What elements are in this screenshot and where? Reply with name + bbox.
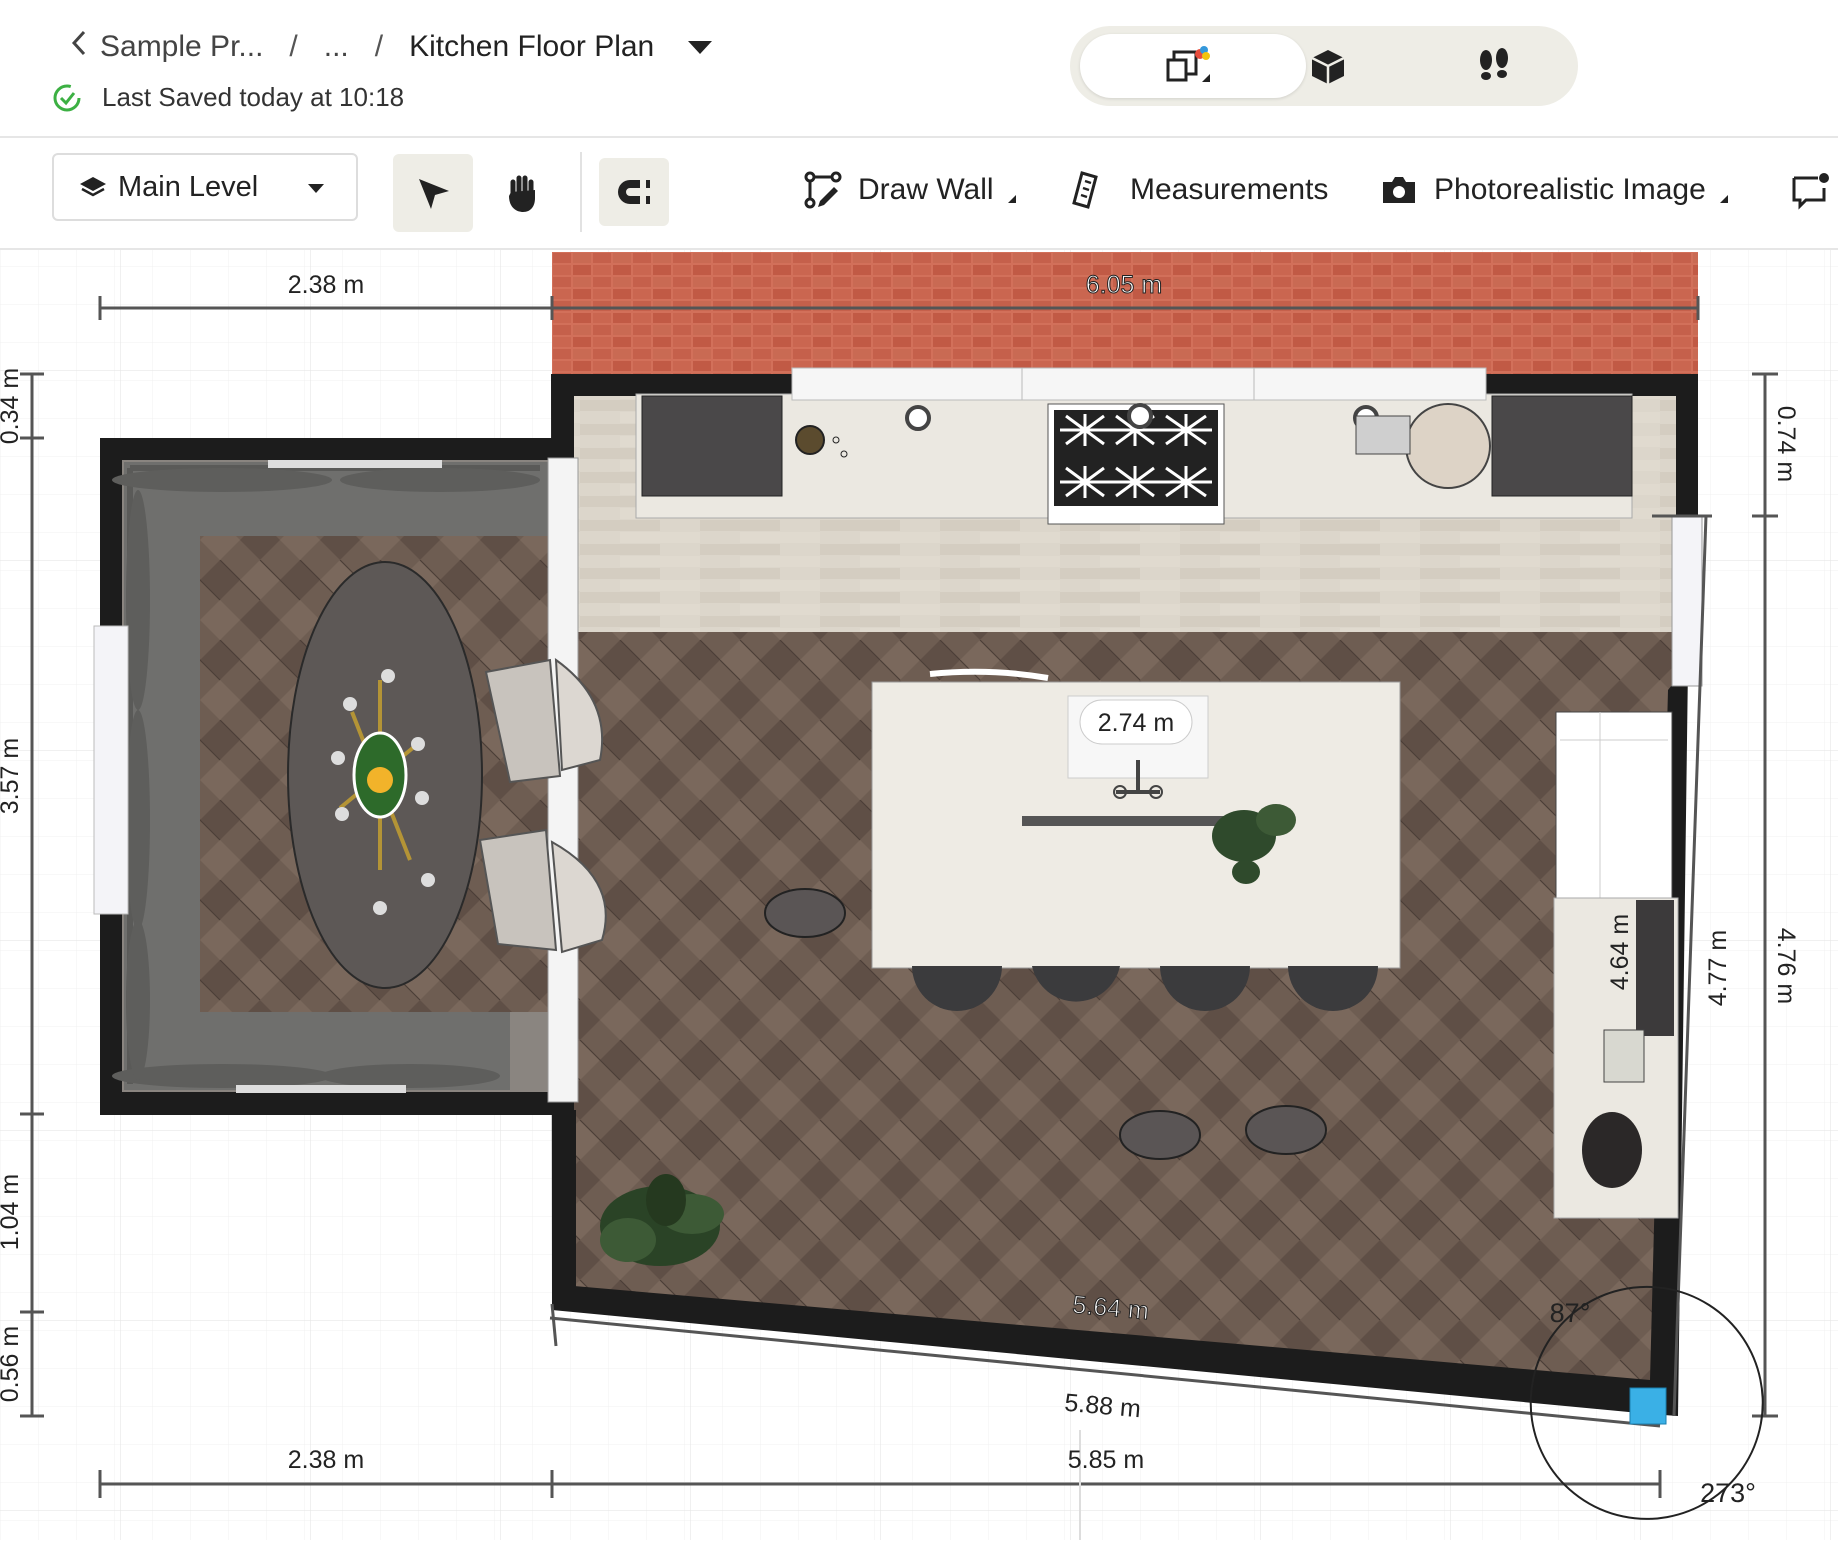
kitchen-window-right[interactable] (1671, 515, 1703, 687)
photorealistic-image-button[interactable]: Photorealistic Image (1380, 160, 1728, 220)
appliance-right[interactable] (1491, 395, 1633, 497)
partition-wall[interactable] (547, 457, 579, 1103)
draw-wall-menu-caret-icon (1007, 195, 1016, 203)
save-status: Last Saved today at 10:18 (52, 82, 404, 113)
counter-bowl (1405, 403, 1491, 489)
breadcrumb-ellipsis[interactable]: ... (324, 30, 349, 64)
banquette-cushion (126, 710, 150, 930)
draw-wall-label: Draw Wall (858, 173, 994, 206)
dim-counter-depth: 4.64 m (1606, 914, 1634, 990)
back-chevron-icon[interactable] (70, 30, 88, 64)
breadcrumb-separator: / (374, 30, 384, 63)
footsteps-icon (1480, 48, 1508, 80)
counter-stool[interactable] (1119, 1110, 1201, 1160)
banquette-cushion (126, 920, 150, 1080)
ruler-icon (1072, 171, 1098, 209)
island-rail (1022, 816, 1224, 826)
level-selector[interactable]: Main Level (52, 153, 358, 221)
photorealistic-image-label: Photorealistic Image (1434, 173, 1706, 206)
pan-tool-button[interactable] (483, 154, 563, 232)
side-pot[interactable] (1582, 1112, 1642, 1188)
dining-window-left[interactable] (93, 625, 129, 915)
level-selector-label: Main Level (118, 170, 259, 203)
dim-island-width: 2.74 m (1098, 709, 1174, 737)
banquette-cushion (340, 468, 540, 492)
view-2d-button[interactable] (1110, 34, 1270, 98)
angle-outer-label: 273° (1700, 1478, 1756, 1508)
draw-wall-button[interactable]: Draw Wall (804, 160, 1016, 220)
cube-3d-icon (1311, 50, 1345, 84)
banquette-cushion (112, 468, 332, 492)
counter-decor (795, 425, 825, 455)
comments-button[interactable] (1790, 160, 1838, 220)
appliance-left[interactable] (641, 395, 783, 497)
floorplan-2d-icon (1166, 46, 1210, 82)
toolbar-divider (580, 152, 582, 232)
select-tool-button[interactable] (393, 154, 473, 232)
page-title: Kitchen Floor Plan (409, 30, 655, 63)
main-toolbar: Main Level Draw Wall Measurements Photor… (0, 138, 1838, 250)
photorealistic-menu-caret-icon (1719, 195, 1728, 203)
floor-plan-canvas[interactable]: 2.38 m 6.05 m 0.34 m 3.57 m 1.04 m 0.56 … (0, 250, 1838, 1540)
top-header: Sample Pr... / ... / Kitchen Floor Plan … (0, 0, 1838, 138)
snap-tool-button[interactable] (599, 158, 669, 226)
dim-bottom-left: 2.38 m (288, 1446, 364, 1474)
range-hood-shelf[interactable] (791, 367, 1487, 401)
cursor-arrow-icon (419, 179, 449, 209)
camera-icon (1383, 177, 1415, 203)
dim-right-1: 0.74 m (1772, 406, 1800, 482)
dim-right-inner: 4.77 m (1704, 930, 1732, 1006)
breadcrumb-project[interactable]: Sample Pr... (100, 30, 263, 64)
dim-left-1: 0.34 m (0, 368, 24, 444)
floor-plan-svg[interactable]: 2.38 m 6.05 m 0.34 m 3.57 m 1.04 m 0.56 … (0, 250, 1838, 1540)
banquette-cushion (126, 490, 150, 710)
dim-top-main: 6.05 m (1086, 271, 1162, 299)
draw-wall-icon (804, 171, 842, 209)
counter-stool[interactable] (764, 888, 846, 938)
counter-tray (1355, 415, 1411, 455)
magnet-icon (618, 180, 650, 204)
view-3d-button[interactable] (1248, 34, 1408, 98)
side-appliance[interactable] (1636, 900, 1674, 1036)
angle-inner-label: 87° (1550, 1298, 1591, 1328)
dim-bottom-right: 5.85 m (1068, 1446, 1144, 1474)
view-walkthrough-button[interactable] (1414, 34, 1574, 98)
pendant-light (1127, 403, 1153, 429)
breadcrumb-separator: / (289, 30, 298, 63)
counter-stool[interactable] (1245, 1105, 1327, 1155)
dim-left-2: 3.57 m (0, 738, 24, 814)
dim-right-2: 4.76 m (1772, 928, 1800, 1004)
side-tray[interactable] (1603, 1029, 1645, 1083)
breadcrumb: Sample Pr... / ... / Kitchen Floor Plan (70, 30, 713, 64)
selected-corner-handle[interactable] (1629, 1387, 1667, 1425)
hand-icon (509, 175, 535, 212)
dim-top-left: 2.38 m (288, 271, 364, 299)
banquette-cushion (112, 1064, 332, 1088)
view-mode-switcher (1070, 26, 1578, 106)
partition-wall-lower[interactable] (554, 1110, 576, 1310)
save-status-text: Last Saved today at 10:18 (102, 82, 405, 112)
measurements-button[interactable]: Measurements (1072, 160, 1328, 220)
comment-add-icon (1792, 173, 1829, 210)
title-dropdown-caret-icon[interactable] (688, 40, 713, 54)
dining-window-bottom[interactable] (236, 1085, 406, 1093)
dining-window-top[interactable] (268, 460, 442, 468)
dim-left-3: 1.04 m (0, 1174, 24, 1250)
saved-check-icon (53, 84, 81, 111)
banquette-cushion (320, 1064, 500, 1088)
measurements-label: Measurements (1130, 173, 1329, 206)
dim-left-4: 0.56 m (0, 1326, 24, 1402)
layers-icon (80, 177, 106, 197)
level-dropdown-caret-icon (308, 184, 324, 193)
pendant-light (905, 405, 931, 431)
